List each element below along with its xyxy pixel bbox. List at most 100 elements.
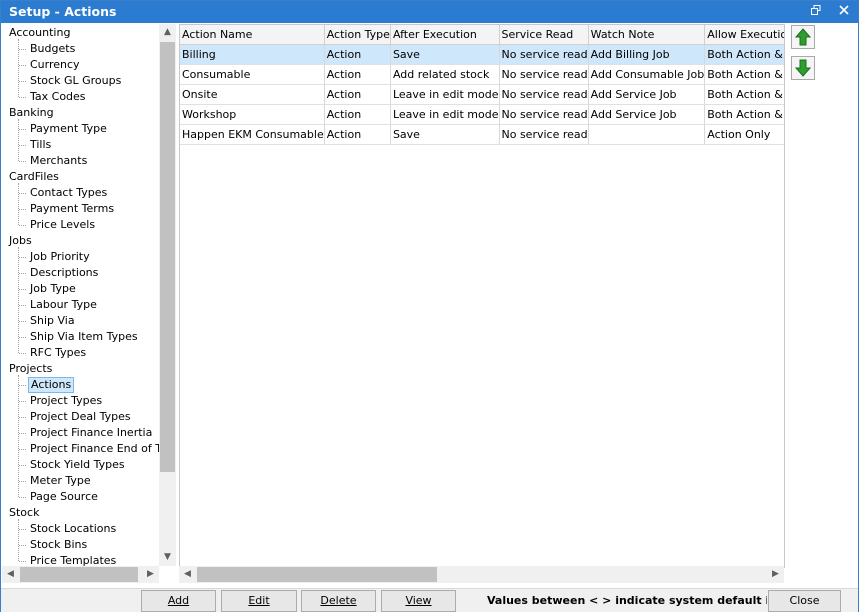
- tree-connector: [18, 247, 19, 353]
- tree-connector: [19, 81, 26, 82]
- tree-item-meter-type[interactable]: Meter Type: [28, 473, 93, 489]
- tree-item-tills[interactable]: Tills: [28, 137, 53, 153]
- scroll-left-icon[interactable]: ◀: [2, 566, 19, 583]
- tree-connector: [19, 129, 26, 130]
- table-cell: Both Action & Template/Ch: [704, 44, 784, 65]
- tree-item-project-types[interactable]: Project Types: [28, 393, 104, 409]
- tree-item-job-type[interactable]: Job Type: [28, 281, 78, 297]
- scroll-up-icon[interactable]: ▲: [159, 24, 176, 41]
- tree-connector: [19, 273, 26, 274]
- table-cell: No service read: [499, 124, 589, 145]
- tree-item-rfc-types[interactable]: RFC Types: [28, 345, 88, 361]
- view-button[interactable]: View: [381, 590, 456, 612]
- table-cell: Action: [324, 44, 391, 65]
- tree-vertical-scrollbar[interactable]: ▲ ▼: [159, 24, 176, 566]
- table-cell: Add Service Job: [588, 104, 706, 125]
- actions-grid[interactable]: Action Name Action Type After Execution Ser…: [179, 24, 785, 568]
- tree-horizontal-scrollbar[interactable]: ◀ ▶: [2, 566, 159, 583]
- table-row[interactable]: Billing Action Save No service read Add Bill…: [180, 44, 784, 65]
- tree-item-stock-bins[interactable]: Stock Bins: [28, 537, 89, 553]
- tree-item-payment-terms[interactable]: Payment Terms: [28, 201, 116, 217]
- add-button[interactable]: Add: [141, 590, 216, 612]
- scroll-thumb[interactable]: [197, 567, 437, 582]
- table-row[interactable]: Happen EKM Consumable Action Save No servic…: [180, 124, 784, 145]
- close-icon[interactable]: [835, 3, 853, 21]
- tree-item-stock-gl-groups[interactable]: Stock GL Groups: [28, 73, 123, 89]
- tree-connector: [19, 561, 26, 562]
- title-bar[interactable]: Setup - Actions: [1, 1, 858, 23]
- scroll-right-icon[interactable]: ▶: [767, 566, 784, 583]
- tree-connector: [19, 97, 26, 98]
- table-row[interactable]: Onsite Action Leave in edit mode No service…: [180, 84, 784, 105]
- column-header-allow-execution-of[interactable]: Allow Execution of: [704, 25, 784, 45]
- table-cell: [588, 124, 706, 145]
- tree-item-contact-types[interactable]: Contact Types: [28, 185, 109, 201]
- tree-item-job-priority[interactable]: Job Priority: [28, 249, 92, 265]
- scroll-left-icon[interactable]: ◀: [179, 566, 196, 583]
- tree-category-projects[interactable]: Projects: [9, 361, 52, 377]
- tree-item-price-levels[interactable]: Price Levels: [28, 217, 97, 233]
- tree-item-payment-type[interactable]: Payment Type: [28, 121, 109, 137]
- tree-item-actions[interactable]: Actions: [28, 377, 75, 393]
- tree-category-jobs[interactable]: Jobs: [9, 233, 32, 249]
- table-row[interactable]: Consumable Action Add related stock No serv…: [180, 64, 784, 85]
- tree-item-descriptions[interactable]: Descriptions: [28, 265, 100, 281]
- tree-connector: [18, 375, 19, 497]
- edit-button[interactable]: Edit: [221, 590, 297, 612]
- tree-item-currency[interactable]: Currency: [28, 57, 82, 73]
- tree-item-price-templates[interactable]: Price Templates: [28, 553, 118, 566]
- column-header-service-read[interactable]: Service Read: [499, 25, 589, 45]
- tree-item-stock-yield-types[interactable]: Stock Yield Types: [28, 457, 127, 473]
- move-up-button[interactable]: [791, 25, 815, 49]
- scroll-thumb[interactable]: [160, 42, 175, 472]
- tree-item-labour-type[interactable]: Labour Type: [28, 297, 99, 313]
- tree-category-banking[interactable]: Banking: [9, 105, 54, 121]
- tree-item-page-source[interactable]: Page Source: [28, 489, 100, 505]
- scroll-down-icon[interactable]: ▼: [159, 549, 176, 566]
- table-cell: Save: [390, 124, 500, 145]
- scroll-thumb[interactable]: [20, 567, 138, 582]
- tree-connector: [19, 385, 26, 386]
- table-cell: Action: [324, 84, 391, 105]
- tree-item-ship-via[interactable]: Ship Via: [28, 313, 77, 329]
- table-cell: Happen EKM Consumable: [180, 124, 325, 145]
- tree-connector: [19, 497, 26, 498]
- move-down-button[interactable]: [791, 56, 815, 80]
- scroll-right-icon[interactable]: ▶: [142, 566, 159, 583]
- tree-connector: [19, 353, 26, 354]
- table-cell: No service read: [499, 44, 589, 65]
- tree-category-cardfiles[interactable]: CardFiles: [9, 169, 59, 185]
- tree-connector: [19, 161, 26, 162]
- tree-connector: [19, 305, 26, 306]
- tree-connector: [19, 257, 26, 258]
- tree-item-tax-codes[interactable]: Tax Codes: [28, 89, 88, 105]
- grid-horizontal-scrollbar[interactable]: ◀ ▶: [179, 566, 784, 583]
- restore-icon[interactable]: [807, 3, 825, 21]
- tree-connector: [19, 481, 26, 482]
- tree-connector: [19, 65, 26, 66]
- column-header-after-execution[interactable]: After Execution: [390, 25, 500, 45]
- tree-item-budgets[interactable]: Budgets: [28, 41, 77, 57]
- tree-connector: [19, 145, 26, 146]
- table-cell: Onsite: [180, 84, 325, 105]
- column-header-watch-note[interactable]: Watch Note: [588, 25, 706, 45]
- tree-item-project-finance-end-of-term[interactable]: Project Finance End of Term: [28, 441, 159, 457]
- tree-connector: [19, 465, 26, 466]
- tree-connector: [19, 49, 26, 50]
- tree-item-project-deal-types[interactable]: Project Deal Types: [28, 409, 133, 425]
- tree-connector: [19, 225, 26, 226]
- table-row[interactable]: Workshop Action Leave in edit mode No servi…: [180, 104, 784, 125]
- tree-connector: [19, 337, 26, 338]
- tree-item-project-finance-inertia[interactable]: Project Finance Inertia: [28, 425, 154, 441]
- delete-button[interactable]: Delete: [301, 590, 376, 612]
- tree-item-stock-locations[interactable]: Stock Locations: [28, 521, 118, 537]
- table-cell: Action: [324, 104, 391, 125]
- setup-tree[interactable]: Accounting Budgets Currency Stock GL Groups…: [2, 24, 159, 566]
- tree-category-stock[interactable]: Stock: [9, 505, 39, 521]
- close-button[interactable]: Close: [768, 590, 841, 612]
- tree-connector: [19, 433, 26, 434]
- column-header-action-type[interactable]: Action Type: [324, 25, 391, 45]
- column-header-action-name[interactable]: Action Name: [180, 25, 325, 45]
- tree-item-merchants[interactable]: Merchants: [28, 153, 89, 169]
- tree-item-ship-via-item-types[interactable]: Ship Via Item Types: [28, 329, 140, 345]
